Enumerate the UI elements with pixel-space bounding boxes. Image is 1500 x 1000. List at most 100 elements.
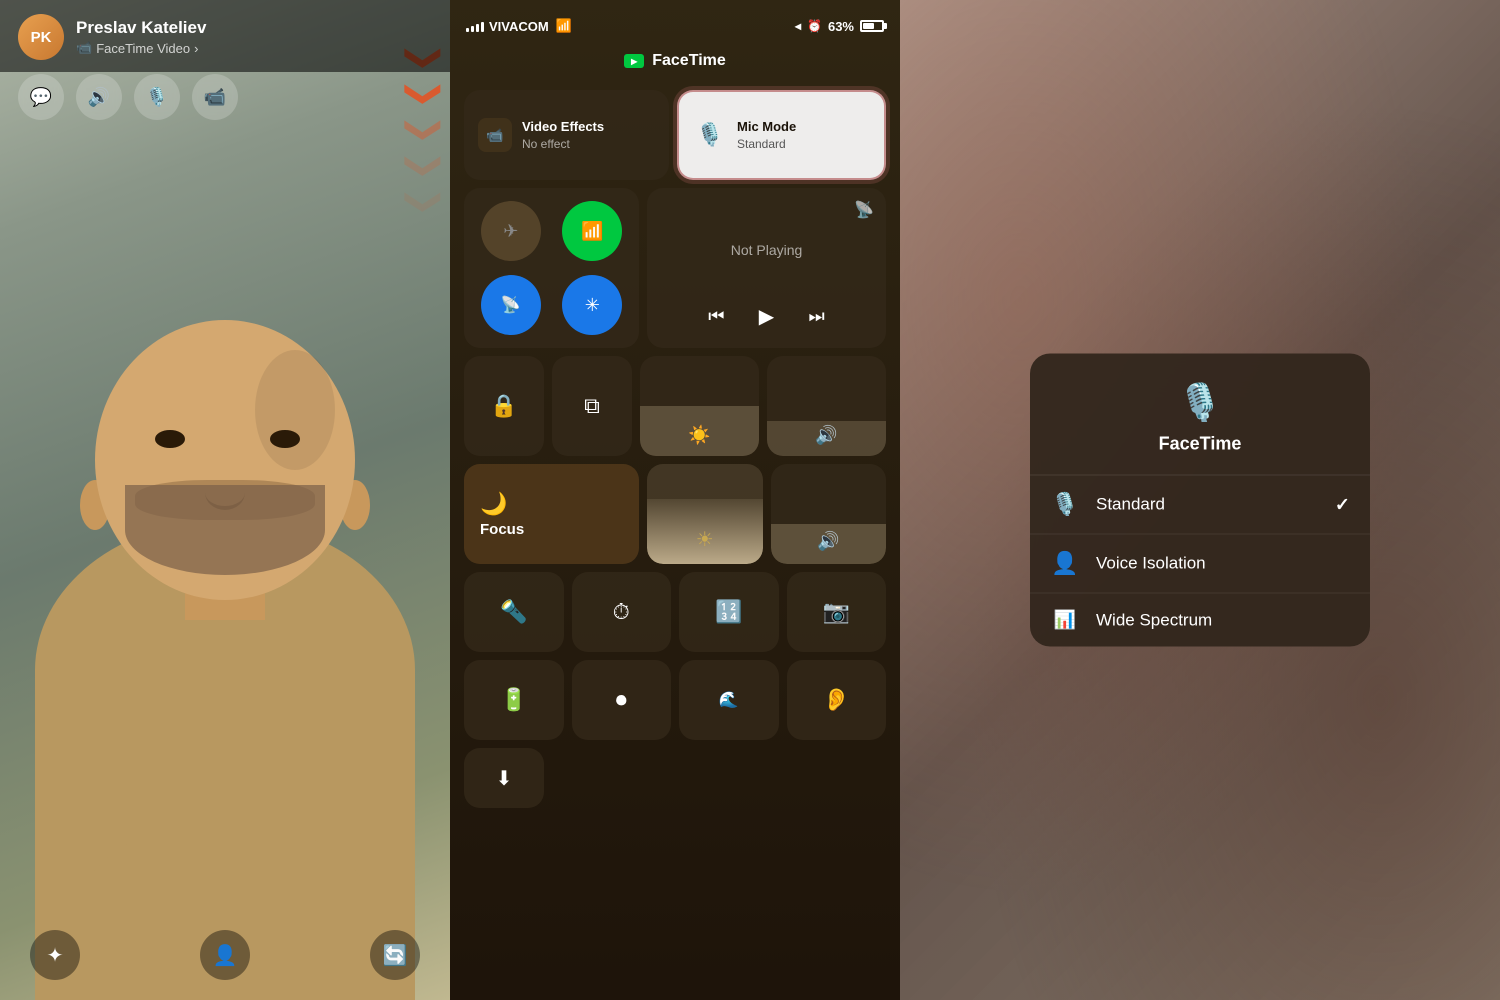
volume-icon: 🔊 bbox=[815, 425, 837, 446]
now-playing-box: 📡 Not Playing ⏮ ▶ ⏭ bbox=[647, 188, 886, 348]
speaker-button[interactable]: 🔊 bbox=[76, 74, 122, 120]
wifi-status-icon: 📶 bbox=[556, 18, 572, 34]
cellular-button[interactable]: 📡 bbox=[481, 275, 541, 335]
video-effects-sublabel: No effect bbox=[522, 137, 604, 151]
airplay-icon[interactable]: 📡 bbox=[854, 200, 874, 220]
fast-forward-button[interactable]: ⏭ bbox=[809, 306, 825, 327]
call-bottom-bar: ✦ 👤 🔄 bbox=[0, 930, 450, 980]
signal-bar-3 bbox=[476, 24, 479, 32]
focus-row: 🌙 Focus ☀ 🔊 bbox=[464, 464, 886, 564]
timer-tile[interactable]: ⏱ bbox=[572, 572, 672, 652]
video-indicator: 📹 bbox=[76, 40, 92, 56]
brightness-slider[interactable]: ☀️ bbox=[640, 356, 759, 456]
sound-tile[interactable]: 🌊 bbox=[679, 660, 779, 740]
voice-isolation-icon: 👤 bbox=[1050, 551, 1080, 577]
bluetooth-button[interactable]: ✳ bbox=[562, 275, 622, 335]
signal-bar-1 bbox=[466, 28, 469, 32]
video-effects-tile[interactable]: 📹 Video Effects No effect bbox=[464, 90, 669, 180]
mic-option-standard[interactable]: 🎙️ Standard ✓ bbox=[1030, 476, 1370, 535]
mic-mode-tile[interactable]: 🎙️ Mic Mode Standard bbox=[677, 90, 886, 180]
mic-mode-popup: 🎙️ FaceTime 🎙️ Standard ✓ 👤 Voice Isolat… bbox=[1030, 354, 1370, 647]
brightness-slider-2[interactable]: ☀ bbox=[647, 464, 763, 564]
location-icon: ◂ bbox=[795, 19, 801, 33]
chevron-right: › bbox=[194, 41, 198, 56]
volume-slider[interactable]: 🔊 bbox=[767, 356, 886, 456]
carrier-name: VIVACOM bbox=[489, 19, 549, 34]
message-button[interactable]: 💬 bbox=[18, 74, 64, 120]
small-controls-row: 🔒 ⧉ ☀️ 🔊 bbox=[464, 356, 886, 456]
beard bbox=[125, 485, 325, 575]
volume-speaker-icon: 🔊 bbox=[817, 531, 839, 552]
video-effects-icon: 📹 bbox=[478, 118, 512, 152]
mic-menu-app-name: FaceTime bbox=[1159, 434, 1242, 455]
mic-option-voice-isolation[interactable]: 👤 Voice Isolation bbox=[1030, 535, 1370, 594]
top-row: 📹 Video Effects No effect 🎙️ Mic Mode St… bbox=[464, 90, 886, 180]
person-figure bbox=[15, 200, 435, 1000]
caller-info: Preslav Kateliev 📹 FaceTime Video › bbox=[76, 18, 432, 56]
rotation-lock-tile[interactable]: 🔒 bbox=[464, 356, 544, 456]
effects-button[interactable]: ✦ bbox=[30, 930, 80, 980]
facetime-title: FaceTime bbox=[652, 52, 726, 70]
record-tile[interactable]: ⏺ bbox=[572, 660, 672, 740]
control-center-grid: 📹 Video Effects No effect 🎙️ Mic Mode St… bbox=[464, 90, 886, 986]
facetime-camera-icon: ▶ bbox=[624, 54, 644, 68]
control-center-panel: VIVACOM 📶 ◂ ⏰ 63% ▶ FaceTime 📹 Video Eff… bbox=[450, 0, 900, 1000]
status-right: ◂ ⏰ 63% bbox=[795, 19, 884, 34]
facetime-video-panel: ❯ ❯ ❯ ❯ ❯ PK Preslav Kateliev 📹 FaceTime… bbox=[0, 0, 450, 1000]
volume-slider-2[interactable]: 🔊 bbox=[771, 464, 887, 564]
connectivity-box: ✈ 📶 📡 ✳ bbox=[464, 188, 639, 348]
voice-isolation-label: Voice Isolation bbox=[1096, 554, 1350, 574]
accessibility-tile[interactable]: 👂 bbox=[787, 660, 887, 740]
alarm-icon: ⏰ bbox=[807, 19, 822, 33]
app-icons-row-1: 🔦 ⏱ 🔢 📷 bbox=[464, 572, 886, 652]
play-button[interactable]: ▶ bbox=[749, 298, 785, 334]
mic-option-wide-spectrum[interactable]: 📊 Wide Spectrum bbox=[1030, 594, 1370, 647]
airplane-mode-button[interactable]: ✈ bbox=[481, 201, 541, 261]
chevron-2: ❯ bbox=[407, 79, 443, 109]
mic-mode-icon: 🎙️ bbox=[693, 118, 727, 152]
rotation-lock-icon: 🔒 bbox=[490, 393, 517, 419]
rewind-button[interactable]: ⏮ bbox=[708, 306, 724, 327]
mic-mode-menu-panel: 🎙️ FaceTime 🎙️ Standard ✓ 👤 Voice Isolat… bbox=[900, 0, 1500, 1000]
chevron-4: ❯ bbox=[407, 151, 443, 181]
battery-tile[interactable]: 🔋 bbox=[464, 660, 564, 740]
flip-camera-button[interactable]: 🔄 bbox=[370, 930, 420, 980]
chevron-3: ❯ bbox=[407, 115, 443, 145]
call-topbar: PK Preslav Kateliev 📹 FaceTime Video › bbox=[0, 0, 450, 72]
connectivity-row: ✈ 📶 📡 ✳ 📡 Not Playing ⏮ ▶ ⏭ bbox=[464, 188, 886, 348]
video-effects-info: Video Effects No effect bbox=[522, 119, 604, 151]
head bbox=[95, 320, 355, 600]
focus-icon: 🌙 bbox=[480, 491, 507, 517]
wide-spectrum-label: Wide Spectrum bbox=[1096, 610, 1350, 630]
focus-tile[interactable]: 🌙 Focus bbox=[464, 464, 639, 564]
wifi-button[interactable]: 📶 bbox=[562, 201, 622, 261]
call-type: FaceTime Video bbox=[96, 41, 190, 56]
mic-mode-info: Mic Mode Standard bbox=[737, 119, 796, 151]
app-icons-row-2: 🔋 ⏺ 🌊 👂 bbox=[464, 660, 886, 740]
down-arrow-tile[interactable]: ⬇ bbox=[464, 748, 544, 808]
standard-label: Standard bbox=[1096, 495, 1319, 515]
signal-bars bbox=[466, 20, 484, 32]
camera-tile[interactable]: 📷 bbox=[787, 572, 887, 652]
now-playing-title: Not Playing bbox=[661, 202, 872, 298]
left-eye bbox=[155, 430, 185, 448]
person-button[interactable]: 👤 bbox=[200, 930, 250, 980]
calculator-tile[interactable]: 🔢 bbox=[679, 572, 779, 652]
screen-mirror-icon: ⧉ bbox=[584, 393, 600, 419]
flashlight-tile[interactable]: 🔦 bbox=[464, 572, 564, 652]
head-shadow bbox=[255, 350, 335, 470]
standard-checkmark: ✓ bbox=[1335, 494, 1350, 515]
mic-menu-header: 🎙️ FaceTime bbox=[1030, 354, 1370, 476]
caller-subtitle: 📹 FaceTime Video › bbox=[76, 40, 432, 56]
camera-button[interactable]: 📹 bbox=[192, 74, 238, 120]
mic-mode-label: Mic Mode bbox=[737, 119, 796, 135]
brightness-sun-icon: ☀ bbox=[696, 527, 714, 552]
bottom-partial-row: ⬇ bbox=[464, 748, 886, 808]
call-controls: 💬 🔊 🎙️ 📹 bbox=[18, 74, 238, 120]
wide-spectrum-icon: 📊 bbox=[1050, 610, 1080, 631]
video-effects-label: Video Effects bbox=[522, 119, 604, 135]
battery-fill bbox=[863, 23, 874, 29]
screen-mirror-tile[interactable]: ⧉ bbox=[552, 356, 632, 456]
mic-menu-header-icon: 🎙️ bbox=[1178, 382, 1223, 424]
mic-button[interactable]: 🎙️ bbox=[134, 74, 180, 120]
